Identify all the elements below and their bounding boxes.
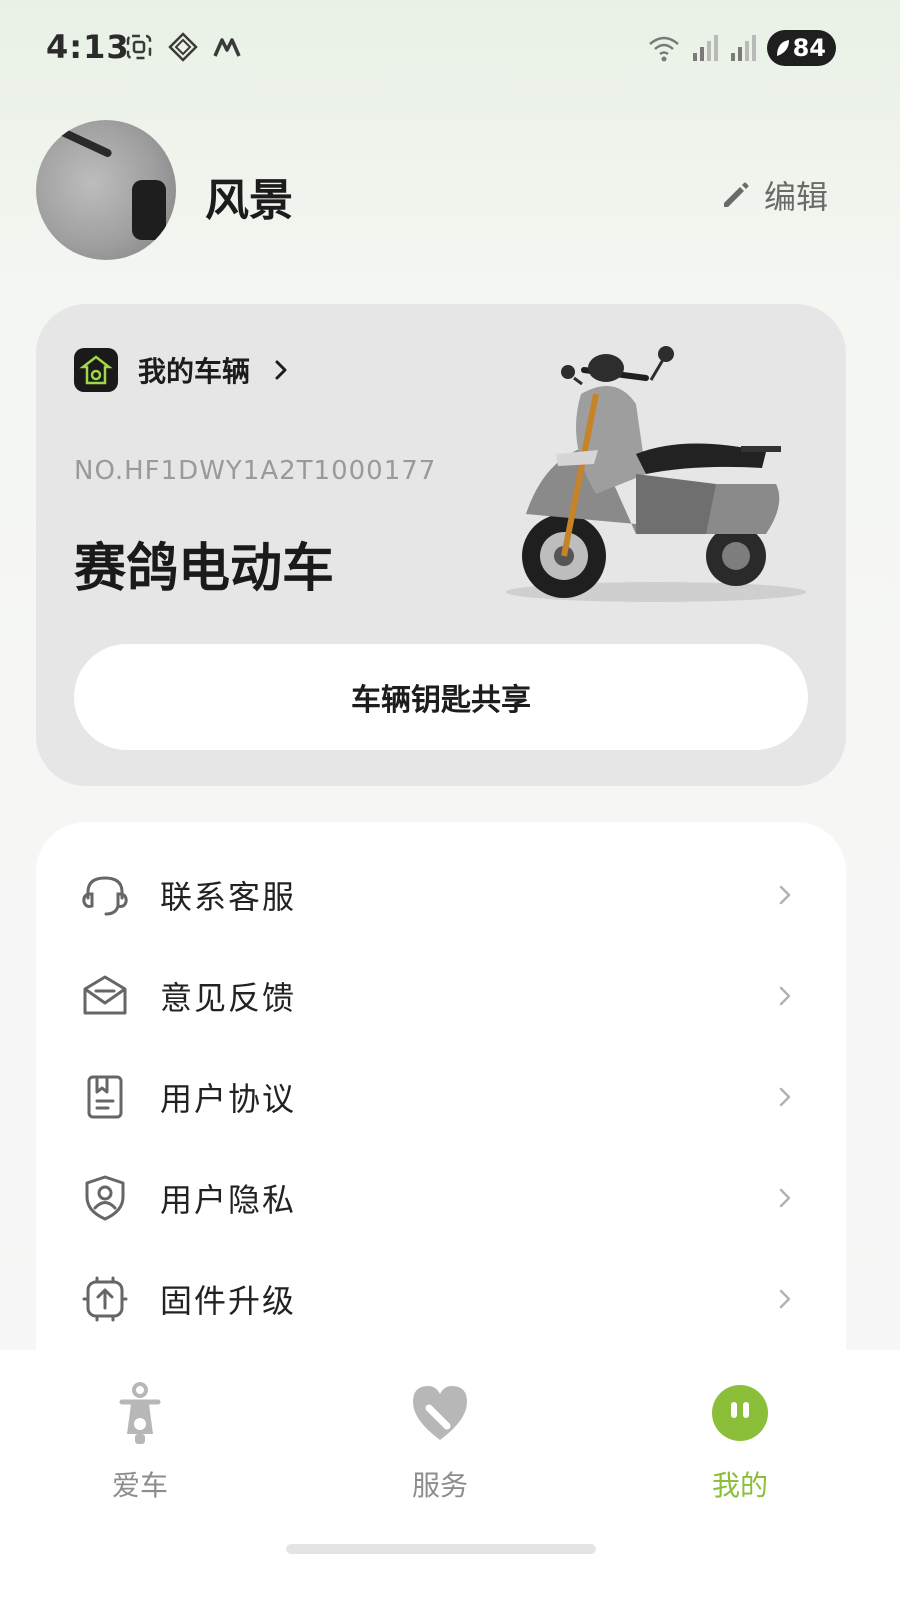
vehicle-card: 我的车辆 NO.HF1DWY1A2T1000177 赛鸽电动车 车辆钥匙共享: [36, 304, 846, 786]
nav-tab-services[interactable]: 服务: [360, 1380, 520, 1504]
nav-tab-mine[interactable]: 我的: [660, 1380, 820, 1504]
user-name: 风景: [205, 175, 293, 226]
menu-label: 用户协议: [160, 1079, 297, 1118]
scooter-image: [506, 346, 806, 602]
nav-tab-my-car[interactable]: 爱车: [60, 1380, 220, 1504]
my-vehicle-link[interactable]: 我的车辆: [74, 348, 292, 392]
vehicle-logo-icon: [74, 348, 118, 392]
headset-icon: [82, 875, 128, 915]
vehicle-number: NO.HF1DWY1A2T1000177: [74, 456, 437, 486]
tile-icon: [168, 32, 198, 62]
menu-item-feedback[interactable]: 意见反馈: [36, 945, 846, 1046]
menu-card: 联系客服 意见反馈 用户协议 用户隐私 固件升级: [36, 822, 846, 1422]
chevron-right-icon: [779, 986, 791, 1005]
nav-label: 服务: [411, 1469, 468, 1502]
chevron-right-icon: [779, 1087, 791, 1106]
status-icons-right: 84: [647, 30, 836, 66]
status-time: 4:13: [46, 28, 130, 66]
mail-icon: [83, 975, 127, 1014]
profile-face-icon: [712, 1385, 768, 1441]
status-icons-left: [124, 32, 242, 62]
battery-indicator: 84: [766, 30, 836, 66]
menu-item-firmware-upgrade[interactable]: 固件升级: [36, 1248, 846, 1349]
avatar[interactable]: [36, 120, 176, 260]
bottom-nav: 爱车 服务 我的: [0, 1350, 900, 1600]
edit-button[interactable]: 编辑: [720, 172, 828, 218]
menu-item-user-agreement[interactable]: 用户协议: [36, 1046, 846, 1147]
battery-level: 84: [792, 34, 826, 62]
edit-label: 编辑: [763, 178, 828, 216]
menu-item-user-privacy[interactable]: 用户隐私: [36, 1147, 846, 1248]
menu-label: 意见反馈: [160, 978, 297, 1017]
wifi-icon: [648, 36, 679, 62]
screenshot-icon: [126, 34, 152, 60]
menu-label: 用户隐私: [160, 1180, 297, 1219]
home-indicator[interactable]: [286, 1544, 596, 1554]
signal-icon: [730, 35, 756, 61]
menu-label: 联系客服: [160, 877, 297, 916]
leaf-icon: [776, 40, 789, 56]
chevron-right-icon: [779, 885, 791, 904]
nav-label: 爱车: [111, 1469, 168, 1502]
my-vehicle-title: 我的车辆: [138, 355, 251, 388]
m-logo-icon: [213, 38, 241, 57]
menu-item-customer-service[interactable]: 联系客服: [36, 844, 846, 945]
pencil-icon: [723, 182, 749, 207]
vehicle-model: 赛鸽电动车: [74, 539, 335, 599]
chevron-right-icon: [779, 1289, 791, 1308]
upgrade-chip-icon: [82, 1276, 128, 1321]
scooter-icon: [119, 1382, 161, 1444]
chevron-right-icon: [275, 360, 287, 380]
document-icon: [87, 1075, 123, 1118]
status-bar: 4:13 84: [0, 0, 900, 96]
menu-label: 固件升级: [160, 1281, 297, 1320]
shield-user-icon: [85, 1175, 125, 1220]
nav-label: 我的: [711, 1469, 768, 1502]
key-share-button[interactable]: 车辆钥匙共享: [74, 644, 808, 750]
signal-icon: [692, 35, 718, 61]
heart-icon: [413, 1386, 467, 1440]
chevron-right-icon: [779, 1188, 791, 1207]
